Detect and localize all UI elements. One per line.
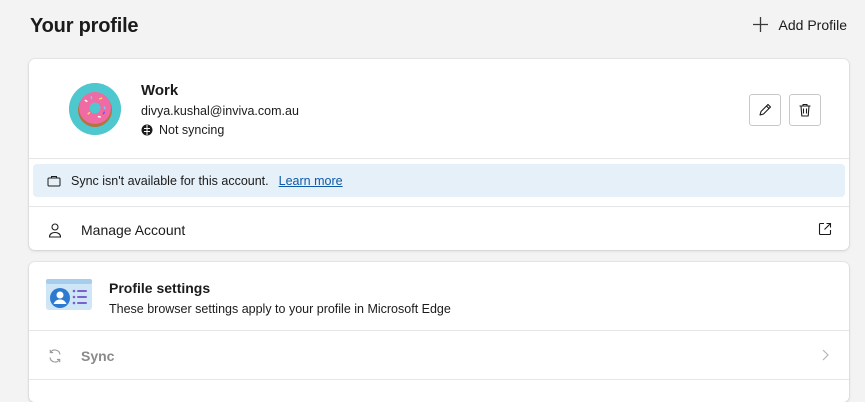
manage-account-row[interactable]: Manage Account (29, 206, 849, 250)
profile-name: Work (141, 82, 179, 99)
learn-more-link[interactable]: Learn more (279, 174, 343, 188)
manage-account-label: Manage Account (81, 222, 186, 238)
pencil-icon (759, 103, 772, 116)
edit-profile-button[interactable] (749, 94, 781, 126)
profile-settings-title: Profile settings (109, 280, 211, 296)
profile-settings-illustration (46, 279, 92, 310)
trash-icon (799, 103, 811, 117)
avatar (69, 83, 121, 135)
sync-status-label: Not syncing (159, 123, 225, 137)
sync-unavailable-banner: Sync isn't available for this account. L… (33, 164, 845, 197)
profile-settings-card: Profile settings These browser settings … (29, 262, 849, 402)
sync-status: Not syncing (141, 123, 224, 137)
settings-item-sync[interactable]: Sync (29, 331, 849, 380)
sync-icon (49, 349, 61, 363)
chevron-right-icon (822, 349, 829, 361)
profile-summary: Work divya.kushal@inviva.com.au Not sync… (29, 59, 849, 159)
page-title: Your profile (30, 15, 139, 37)
briefcase-icon (47, 175, 61, 186)
delete-profile-button[interactable] (789, 94, 821, 126)
banner-message: Sync isn't available for this account. (71, 173, 269, 188)
add-profile-label: Add Profile (778, 16, 847, 33)
profile-settings-description: These browser settings apply to your pro… (109, 302, 451, 316)
not-syncing-icon (141, 124, 153, 136)
profile-card: Work divya.kushal@inviva.com.au Not sync… (29, 59, 849, 250)
page-header: Your profile Add Profile (0, 0, 865, 56)
open-external-icon (818, 222, 832, 236)
add-profile-button[interactable]: Add Profile (752, 16, 847, 33)
settings-item-label: Sync (81, 348, 115, 364)
plus-icon (752, 17, 768, 32)
profile-email: divya.kushal@inviva.com.au (141, 104, 299, 118)
donut-avatar-icon (69, 83, 121, 135)
profile-settings-header: Profile settings These browser settings … (29, 262, 849, 331)
person-icon (48, 223, 62, 238)
